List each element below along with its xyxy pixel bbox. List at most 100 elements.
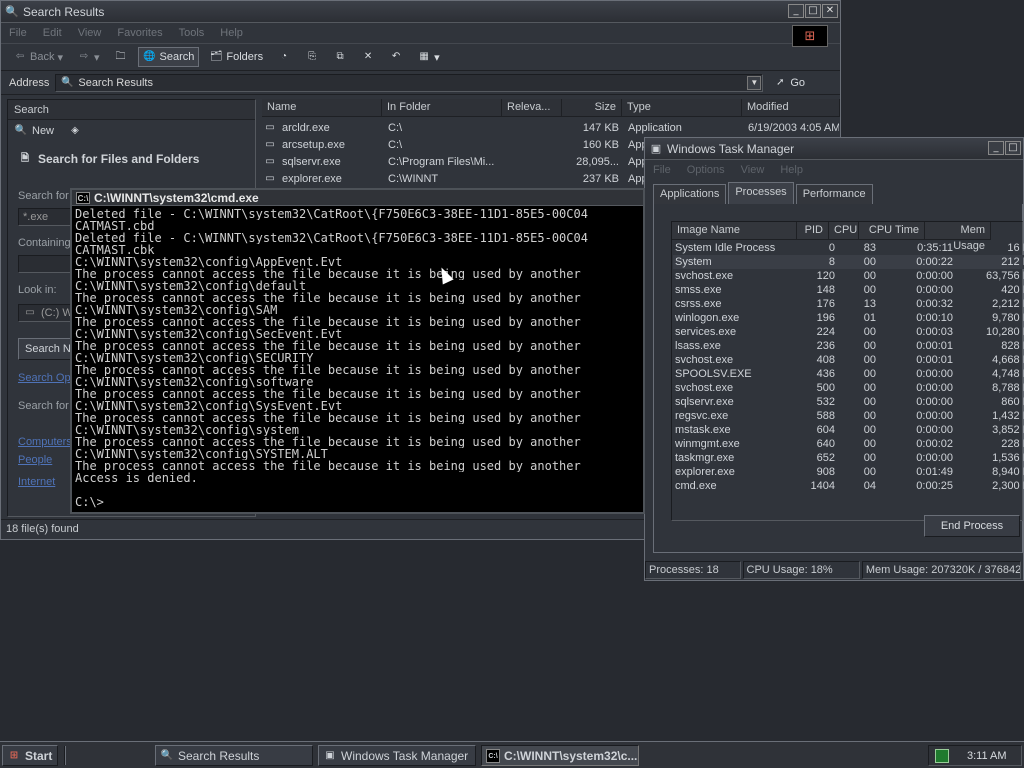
minimize-button[interactable]: _ — [788, 4, 804, 18]
tm-menu-help[interactable]: Help — [780, 164, 803, 176]
col-size[interactable]: Size — [562, 99, 622, 117]
menu-edit[interactable]: Edit — [43, 27, 62, 39]
menu-tools[interactable]: Tools — [179, 27, 205, 39]
undo-button[interactable]: ↶ — [385, 48, 407, 66]
console-line: Deleted file - C:\WINNT\system32\CatRoot… — [75, 208, 588, 220]
menu-view[interactable]: View — [78, 27, 102, 39]
drive-icon: ▭ — [25, 307, 35, 318]
search-internet-link[interactable]: Internet — [18, 476, 55, 488]
process-row[interactable]: lsass.exe 236 00 0:00:01 828 K — [673, 339, 1024, 353]
col-modified[interactable]: Modified — [742, 99, 840, 117]
taskmgr-titlebar[interactable]: ▣ Windows Task Manager _ □ — [645, 138, 1023, 160]
col-name[interactable]: Name — [262, 99, 382, 117]
new-search-button[interactable]: 🔍 New ◈ — [14, 124, 82, 138]
go-button[interactable]: ➚ Go — [769, 74, 809, 92]
console-output[interactable]: Deleted file - C:\WINNT\system32\CatRoot… — [75, 208, 643, 512]
tray-monitor-icon[interactable] — [935, 748, 949, 763]
process-row[interactable]: csrss.exe 176 13 0:00:32 2,212 K — [673, 297, 1024, 311]
taskmgr-minimize-button[interactable]: _ — [988, 141, 1004, 155]
search-options-link[interactable]: Search Op — [18, 372, 71, 384]
process-row[interactable]: regsvc.exe 588 00 0:00:00 1,432 K — [673, 409, 1024, 423]
address-input[interactable]: 🔍 Search Results ▼ — [55, 73, 764, 92]
process-cpu-time: 0:00:00 — [916, 410, 953, 422]
process-row[interactable]: cmd.exe 1404 04 0:00:25 2,300 K — [673, 479, 1024, 493]
menu-file[interactable]: File — [9, 27, 27, 39]
history-button[interactable]: ◔ — [273, 48, 295, 66]
folders-button[interactable]: 🗂 Folders — [205, 48, 267, 66]
process-row[interactable]: mstask.exe 604 00 0:00:00 3,852 K — [673, 423, 1024, 437]
views-button[interactable]: ▦ ▾ — [413, 48, 444, 66]
tm-menu-file[interactable]: File — [653, 164, 671, 176]
move-to-button[interactable]: ⎘ — [301, 48, 323, 66]
search-now-button[interactable]: Search N — [18, 338, 78, 360]
assistant-icon[interactable]: ◈ — [68, 124, 82, 138]
close-button[interactable]: ✕ — [822, 4, 838, 18]
tm-menu-view[interactable]: View — [741, 164, 765, 176]
taskbar-task-manager[interactable]: ▣ Windows Task Manager — [318, 745, 476, 766]
col-relevance[interactable]: Releva... — [502, 99, 562, 117]
process-row[interactable]: SPOOLSV.EXE 436 00 0:00:00 4,748 K — [673, 367, 1024, 381]
process-pid: 640 — [816, 438, 835, 450]
copy-to-button[interactable]: ⧉ — [329, 48, 351, 66]
process-row[interactable]: svchost.exe 500 00 0:00:00 8,788 K — [673, 381, 1024, 395]
cmd-window[interactable]: C:\ C:\WINNT\system32\cmd.exe Deleted fi… — [70, 188, 645, 514]
taskbar-search-results[interactable]: 🔍 Search Results — [155, 745, 313, 766]
clock[interactable]: 3:11 AM — [967, 750, 1007, 762]
process-row[interactable]: winlogon.exe 196 01 0:00:10 9,780 K — [673, 311, 1024, 325]
end-process-button[interactable]: End Process — [924, 515, 1020, 537]
col-in-folder[interactable]: In Folder — [382, 99, 502, 117]
cmd-icon: C:\ — [76, 191, 90, 204]
col-image-name[interactable]: Image Name — [672, 222, 797, 240]
tab-processes[interactable]: Processes — [728, 182, 794, 204]
process-row[interactable]: System 8 00 0:00:22 212 K — [673, 255, 1024, 269]
cmd-titlebar[interactable]: C:\ C:\WINNT\system32\cmd.exe — [72, 190, 643, 206]
up-folder-button[interactable]: 🗀 — [110, 48, 132, 66]
search-heading: 🗎 Search for Files and Folders — [18, 152, 199, 166]
forward-button[interactable]: ⇨ ▾ — [73, 48, 104, 66]
search-for-other-label: Search for — [18, 400, 69, 412]
process-row[interactable]: System Idle Process 0 83 0:35:11 16 K — [673, 241, 1024, 255]
process-row[interactable]: svchost.exe 408 00 0:00:01 4,668 K — [673, 353, 1024, 367]
search-results-icon: 🔍 — [160, 749, 174, 761]
col-pid[interactable]: PID — [797, 222, 829, 240]
task-manager-window[interactable]: ▣ Windows Task Manager _ □ File Options … — [644, 137, 1024, 581]
back-button[interactable]: ⇦ Back ▾ — [9, 48, 67, 66]
process-cpu: 00 — [863, 410, 876, 422]
process-row[interactable]: svchost.exe 120 00 0:00:00 63,756 K — [673, 269, 1024, 283]
process-pid: 236 — [816, 340, 835, 352]
search-people-link[interactable]: People — [18, 454, 52, 466]
search-computers-link[interactable]: Computers — [18, 436, 72, 448]
search-button[interactable]: 🌐 Search — [137, 47, 200, 67]
tm-menu-options[interactable]: Options — [687, 164, 725, 176]
console-line: The process cannot access the file becau… — [75, 340, 581, 352]
col-cpu[interactable]: CPU — [829, 222, 859, 240]
taskmgr-maximize-button[interactable]: □ — [1005, 141, 1021, 155]
process-row[interactable]: sqlservr.exe 532 00 0:00:00 860 K — [673, 395, 1024, 409]
process-row[interactable]: explorer.exe 908 00 0:01:49 8,940 K — [673, 465, 1024, 479]
menu-favorites[interactable]: Favorites — [117, 27, 162, 39]
search-for-label: Search for — [18, 190, 69, 202]
taskbar-cmd[interactable]: C:\ C:\WINNT\system32\c... — [481, 745, 639, 766]
move-to-icon: ⎘ — [308, 51, 317, 62]
col-cpu-time[interactable]: CPU Time — [859, 222, 925, 240]
process-row[interactable]: services.exe 224 00 0:00:03 10,280 K — [673, 325, 1024, 339]
col-mem-usage[interactable]: Mem Usage — [925, 222, 991, 252]
table-row[interactable]: ▭ arcldr.exe C:\ 147 KB Application 6/19… — [263, 119, 839, 136]
col-type[interactable]: Type — [622, 99, 742, 117]
menu-help[interactable]: Help — [220, 27, 243, 39]
explorer-titlebar[interactable]: 🔍 Search Results _ □ ✕ — [1, 1, 840, 23]
process-row[interactable]: taskmgr.exe 652 00 0:00:00 1,536 K — [673, 451, 1024, 465]
process-cpu: 00 — [863, 452, 876, 464]
start-button[interactable]: ⊞ Start — [2, 745, 58, 766]
maximize-button[interactable]: □ — [805, 4, 821, 18]
process-name: csrss.exe — [675, 298, 722, 310]
process-row[interactable]: smss.exe 148 00 0:00:00 420 K — [673, 283, 1024, 297]
process-mem: 3,852 K — [992, 424, 1024, 436]
tab-performance[interactable]: Performance — [795, 184, 873, 204]
address-dropdown[interactable]: ▼ — [747, 75, 762, 90]
tab-applications[interactable]: Applications — [653, 184, 727, 204]
process-row[interactable]: winmgmt.exe 640 00 0:00:02 228 K — [673, 437, 1024, 451]
taskmgr-title: Windows Task Manager — [667, 141, 795, 156]
delete-button[interactable]: ✕ — [357, 48, 379, 66]
process-cpu-time: 0:00:01 — [916, 354, 953, 366]
